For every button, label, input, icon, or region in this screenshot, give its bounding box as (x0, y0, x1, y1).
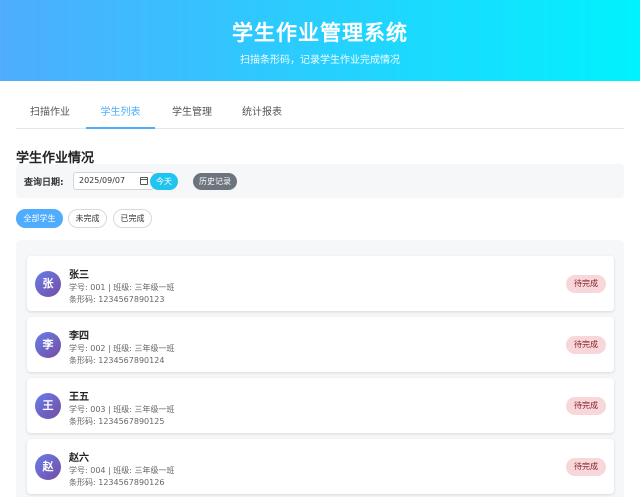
status-badge: 待完成 (566, 275, 606, 293)
student-name: 张三 (69, 270, 89, 281)
student-barcode: 条形码: 1234567890124 (69, 356, 165, 365)
student-list: 张 张三 学号: 001 | 班级: 三年级一班 条形码: 1234567890… (16, 240, 624, 497)
student-card[interactable]: 李 李四 学号: 002 | 班级: 三年级一班 条形码: 1234567890… (27, 317, 614, 372)
student-name: 王五 (69, 392, 89, 403)
student-barcode: 条形码: 1234567890123 (69, 295, 165, 304)
student-barcode: 条形码: 1234567890125 (69, 417, 165, 426)
tab-scan-homework[interactable]: 扫描作业 (16, 97, 84, 129)
tab-bar: 扫描作业 学生列表 学生管理 统计报表 (16, 97, 624, 129)
filter-chip-all[interactable]: 全部学生 (16, 209, 63, 228)
filter-chip-completed[interactable]: 已完成 (113, 209, 152, 228)
filter-chip-incomplete[interactable]: 未完成 (68, 209, 107, 228)
student-name: 赵六 (69, 453, 89, 464)
student-info: 学号: 004 | 班级: 三年级一班 (69, 466, 175, 475)
student-info: 学号: 003 | 班级: 三年级一班 (69, 405, 175, 414)
calendar-icon[interactable] (140, 177, 148, 185)
tab-student-management[interactable]: 学生管理 (158, 97, 226, 129)
app-header: 学生作业管理系统 扫描条形码，记录学生作业完成情况 (0, 0, 640, 81)
date-filter-bar: 查询日期: 2025/09/07 今天 历史记录 (16, 164, 624, 198)
student-card[interactable]: 王 王五 学号: 003 | 班级: 三年级一班 条形码: 1234567890… (27, 378, 614, 433)
today-button[interactable]: 今天 (150, 173, 178, 190)
tab-student-list[interactable]: 学生列表 (86, 97, 155, 129)
tab-statistics-report[interactable]: 统计报表 (228, 97, 296, 129)
avatar: 赵 (35, 454, 61, 480)
student-card[interactable]: 赵 赵六 学号: 004 | 班级: 三年级一班 条形码: 1234567890… (27, 439, 614, 494)
student-barcode: 条形码: 1234567890126 (69, 478, 165, 487)
avatar: 张 (35, 271, 61, 297)
status-badge: 待完成 (566, 397, 606, 415)
avatar: 王 (35, 393, 61, 419)
app-subtitle: 扫描条形码，记录学生作业完成情况 (240, 55, 400, 66)
date-input-value: 2025/09/07 (79, 176, 126, 185)
date-filter-label: 查询日期: (24, 178, 64, 188)
status-badge: 待完成 (566, 458, 606, 476)
history-button[interactable]: 历史记录 (193, 173, 237, 190)
avatar: 李 (35, 332, 61, 358)
student-info: 学号: 001 | 班级: 三年级一班 (69, 283, 175, 292)
app-title: 学生作业管理系统 (232, 21, 408, 45)
date-input[interactable]: 2025/09/07 (73, 172, 154, 190)
student-info: 学号: 002 | 班级: 三年级一班 (69, 344, 175, 353)
status-badge: 待完成 (566, 336, 606, 354)
student-name: 李四 (69, 331, 89, 342)
student-card[interactable]: 张 张三 学号: 001 | 班级: 三年级一班 条形码: 1234567890… (27, 256, 614, 311)
